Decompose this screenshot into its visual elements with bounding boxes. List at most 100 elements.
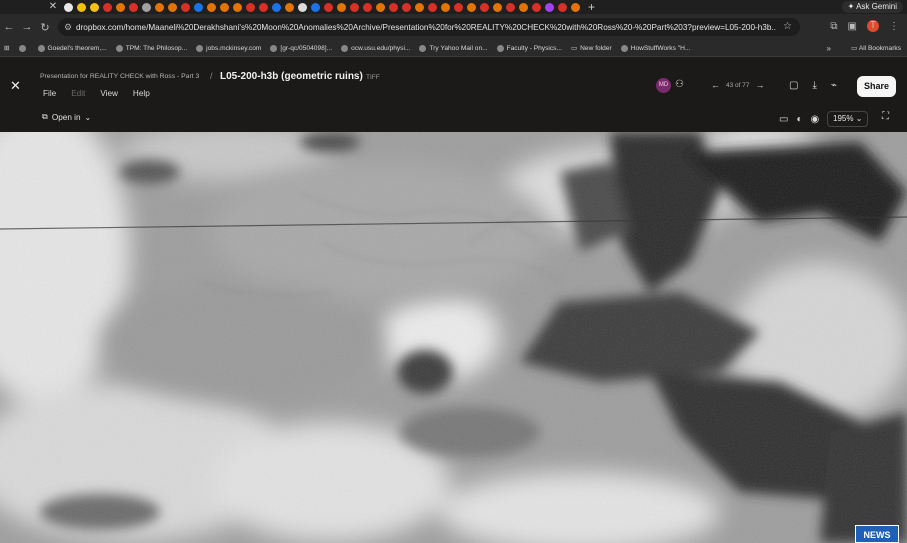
bookmark-item[interactable]: jobs.mckinsey.com — [196, 44, 262, 52]
tab-favicon[interactable] — [389, 2, 398, 12]
tab-favicon[interactable] — [480, 2, 489, 12]
tab-favicon[interactable] — [233, 2, 242, 12]
bookmark-label: Try Yahoo Mail on... — [429, 44, 488, 52]
new-tab-icon[interactable]: + — [588, 0, 595, 14]
bookmark-item[interactable]: ocw.usu.edu/physi... — [341, 44, 410, 52]
all-bookmarks-button[interactable]: ▭ All Bookmarks — [851, 44, 901, 52]
tab-favicon[interactable] — [168, 2, 177, 12]
toggle-icon[interactable]: ◐ — [796, 114, 802, 125]
avatar[interactable]: MD — [656, 78, 671, 93]
slideshow-icon[interactable]: ▭ — [779, 114, 788, 125]
profile-avatar[interactable]: T — [867, 20, 879, 32]
page-navigator: ← 43 of 77 → — [711, 80, 765, 90]
tab-favicon[interactable] — [207, 2, 216, 12]
tab-favicon[interactable] — [272, 2, 281, 12]
tab-favicon[interactable] — [415, 2, 424, 12]
close-viewer-icon[interactable]: ✕ — [10, 78, 21, 94]
tab-favicon[interactable] — [90, 2, 99, 12]
forward-icon[interactable]: → — [18, 21, 36, 33]
bookmark-favicon-icon — [419, 44, 427, 52]
site-info-icon[interactable]: ⚙ — [64, 22, 76, 33]
tab-favicon[interactable] — [298, 2, 307, 12]
bookmark-favicon-icon — [341, 44, 349, 52]
tab-favicon[interactable] — [376, 2, 385, 12]
tab-favicon[interactable] — [506, 2, 515, 12]
bookmark-folder[interactable]: ▭ New folder — [571, 44, 612, 53]
menu-edit[interactable]: Edit — [71, 89, 85, 98]
zoom-select[interactable]: 195% ⌄ — [827, 111, 869, 127]
bookmark-item[interactable]: Goedel's theorem,... — [37, 44, 107, 52]
tab-favicon[interactable] — [311, 2, 320, 12]
bookmark-label: jobs.mckinsey.com — [206, 44, 262, 52]
breadcrumb[interactable]: Presentation for REALITY CHECK with Ross… — [40, 73, 199, 80]
bookmark-item[interactable]: Try Yahoo Mail on... — [419, 44, 488, 52]
tab-favicon[interactable] — [220, 2, 229, 12]
zoom-value: 195% — [833, 114, 854, 123]
tab-favicon[interactable] — [454, 2, 463, 12]
tab-favicon[interactable] — [363, 2, 372, 12]
previous-file-icon[interactable]: ← — [711, 80, 720, 90]
tab-favicon[interactable] — [64, 2, 73, 12]
bookmark-item[interactable]: Faculty - Physics... — [496, 44, 562, 52]
tab-favicon[interactable] — [285, 2, 294, 12]
tab-favicon[interactable] — [246, 2, 255, 12]
bookmark-favicon-icon — [115, 44, 123, 52]
link-icon[interactable]: ⌁ — [831, 80, 837, 91]
comment-icon[interactable]: ▢ — [789, 80, 798, 91]
open-in-button[interactable]: ⧉ Open in ⌄ — [42, 112, 91, 122]
reload-icon[interactable]: ↻ — [36, 21, 54, 34]
tab-favicon[interactable] — [493, 2, 502, 12]
tab-favicon[interactable] — [116, 2, 125, 12]
tab-favicon[interactable] — [571, 2, 580, 12]
tab-favicon[interactable] — [194, 2, 203, 12]
bookmark-item[interactable] — [18, 44, 29, 52]
extensions-icon[interactable]: ⧉ — [830, 21, 837, 32]
next-file-icon[interactable]: → — [756, 80, 765, 90]
tab-favicon[interactable] — [103, 2, 112, 12]
tab-favicon[interactable] — [519, 2, 528, 12]
tab-favicon[interactable] — [181, 2, 190, 12]
lunar-surface-photo — [0, 132, 907, 543]
tab-search-icon[interactable]: ▣ — [848, 21, 857, 32]
tab-favicon[interactable] — [402, 2, 411, 12]
bookmark-star-icon[interactable]: ☆ — [783, 21, 792, 32]
tab-favicon[interactable] — [259, 2, 268, 12]
bookmark-item[interactable]: TPM: The Philosop... — [115, 44, 187, 52]
bookmark-item[interactable]: [gr-qc/0504098]... — [270, 44, 332, 52]
tab-favicon[interactable] — [558, 2, 567, 12]
tab-favicon[interactable] — [545, 2, 554, 12]
tab-favicon[interactable] — [532, 2, 541, 12]
menu-view[interactable]: View — [100, 89, 118, 98]
tab-favicon[interactable] — [155, 2, 164, 12]
more-bookmarks-icon[interactable]: » — [827, 44, 831, 53]
page-counter: 43 of 77 — [726, 81, 750, 89]
tab-favicon[interactable] — [324, 2, 333, 12]
image-preview[interactable] — [0, 132, 907, 543]
url-text[interactable]: dropbox.com/home/Maaneli%20Derakhshani's… — [76, 23, 776, 32]
tab-favicon[interactable] — [428, 2, 437, 12]
ask-gemini-button[interactable]: ✦ Ask Gemini — [841, 1, 903, 13]
menu-help[interactable]: Help — [133, 89, 150, 98]
download-icon[interactable]: ⤓ — [812, 80, 816, 91]
browser-menu-icon[interactable]: ⋮ — [889, 21, 899, 32]
tab-favicon[interactable] — [467, 2, 476, 12]
tab-favicon[interactable] — [337, 2, 346, 12]
tab-favicon[interactable] — [441, 2, 450, 12]
tab-favicon[interactable] — [77, 2, 86, 12]
bookmark-favicon-icon — [18, 44, 26, 52]
back-icon[interactable]: ← — [0, 21, 18, 33]
share-button[interactable]: Share — [857, 76, 896, 97]
people-icon[interactable]: ⚇ — [675, 79, 684, 90]
chevron-down-icon: ⌄ — [84, 113, 92, 122]
apps-icon[interactable]: ⊞ — [4, 44, 10, 52]
bookmark-item[interactable]: HowStuffWorks "H... — [620, 44, 690, 52]
close-tab-icon[interactable]: ✕ — [46, 0, 60, 14]
tab-favicon[interactable] — [350, 2, 359, 12]
tab-favicon[interactable] — [129, 2, 138, 12]
address-bar[interactable]: ⚙ dropbox.com/home/Maaneli%20Derakhshani… — [58, 18, 800, 36]
fullscreen-icon[interactable]: ⛶ — [882, 111, 889, 122]
menu-file[interactable]: File — [43, 89, 56, 98]
bookmark-favicon-icon — [270, 44, 278, 52]
tab-favicon[interactable] — [142, 2, 151, 12]
target-icon[interactable]: ◉ — [811, 114, 820, 125]
